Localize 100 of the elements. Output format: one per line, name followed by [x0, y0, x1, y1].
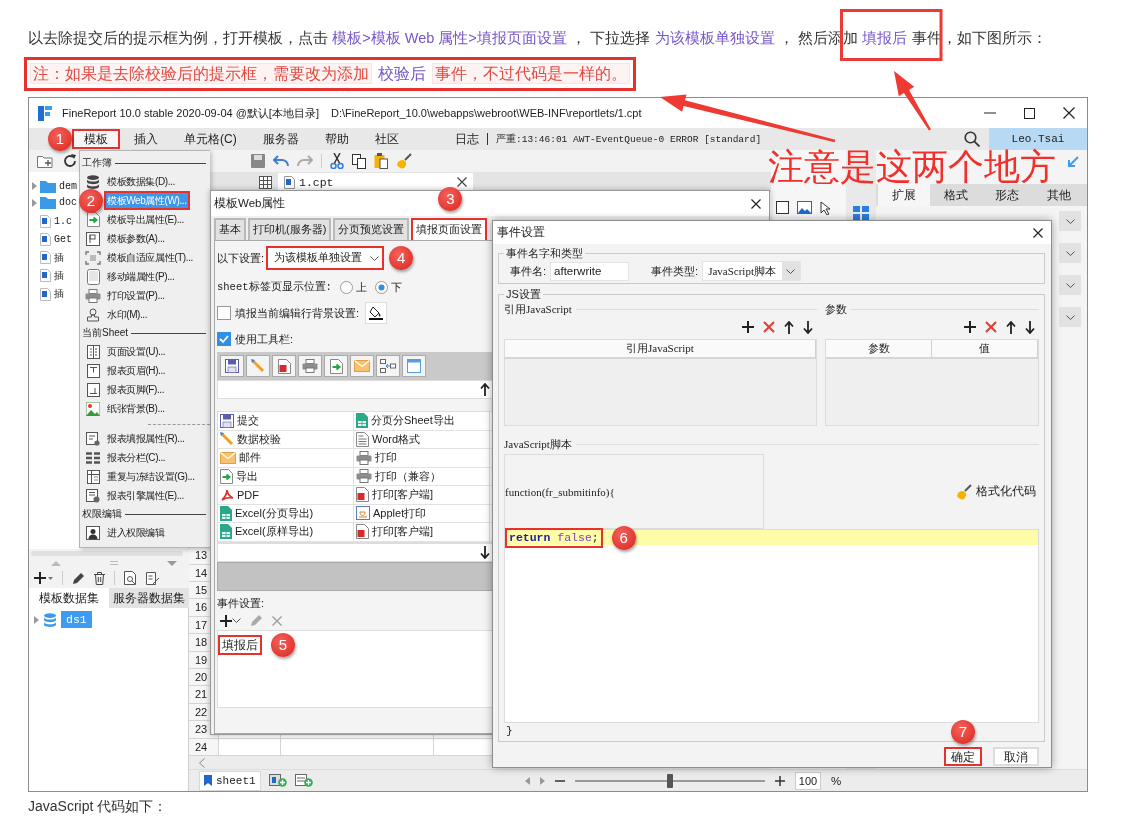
close-icon[interactable] [457, 177, 467, 187]
tree-item[interactable]: Get [29, 231, 72, 248]
grid-icon[interactable] [259, 175, 272, 189]
log-label[interactable]: 日志 [455, 131, 479, 147]
arrow-down-icon[interactable] [803, 320, 813, 334]
panel-tab[interactable]: 服务器数据集 [109, 588, 189, 608]
edit-sheet-icon[interactable] [146, 571, 160, 585]
menu-item[interactable]: 水印(M)... [104, 305, 151, 324]
delete-icon[interactable] [763, 321, 775, 333]
toolbar-option[interactable]: Excel(原样导出) [218, 523, 354, 542]
radio-label[interactable]: 下 [390, 279, 402, 295]
arrow-up-icon[interactable] [480, 383, 490, 396]
refresh-icon[interactable] [63, 154, 77, 168]
close-icon[interactable] [1063, 107, 1075, 119]
collapse-arrow-icon[interactable] [1068, 155, 1079, 167]
dialog-button[interactable]: 确定 [944, 746, 982, 766]
toolbar-option[interactable]: 打印[客户端] [354, 523, 490, 542]
checkbox[interactable] [217, 332, 231, 346]
menu-item[interactable]: 打印设置(P)... [104, 286, 168, 305]
arrow-up-icon[interactable] [1006, 320, 1016, 334]
menu-item[interactable]: 模板 [72, 129, 120, 149]
toolbar-option[interactable]: 提交 [218, 412, 354, 431]
drag-handle-icon[interactable] [110, 561, 118, 565]
clipboard-icon[interactable] [374, 153, 388, 169]
tree-item[interactable]: doc [29, 194, 77, 211]
horizontal-scrollbar[interactable] [31, 551, 183, 556]
zoom-out-icon[interactable] [555, 779, 565, 782]
tab[interactable]: 填报页面设置 [411, 218, 488, 240]
image-icon[interactable] [797, 201, 812, 214]
arrow-down-icon[interactable] [1025, 320, 1035, 334]
toolbar-option[interactable]: Applet打印 [354, 504, 490, 523]
menu-item[interactable]: 模板自适应属性(T)... [104, 248, 196, 267]
panel-tab[interactable]: 其他 [1033, 184, 1085, 206]
maximize-icon[interactable] [1024, 107, 1035, 119]
toolbar-option[interactable]: 邮件 [218, 449, 354, 468]
toolbar-option[interactable]: 打印[客户端] [354, 486, 490, 505]
pencil-icon[interactable] [72, 571, 85, 585]
file-tab[interactable]: 1.cpt [278, 173, 473, 191]
add-icon[interactable] [964, 321, 976, 333]
menu-item[interactable]: 报表分栏(C)... [104, 448, 169, 467]
tree-item[interactable]: 插 [29, 285, 64, 303]
toolbar-option[interactable]: Word格式 [354, 430, 490, 449]
checkbox-label[interactable]: 使用工具栏: [235, 331, 294, 347]
scissors-icon[interactable] [330, 153, 344, 169]
trash-icon[interactable] [94, 571, 105, 585]
checkbox-label[interactable]: 填报当前编辑行背景设置: [235, 305, 360, 321]
tab[interactable]: 基本 [214, 218, 246, 240]
toolbar-option[interactable]: 打印（兼容） [354, 467, 490, 486]
arrow-down-icon[interactable] [480, 545, 490, 559]
code-editor[interactable]: return false; 6 [504, 529, 1039, 723]
expand-arrow-icon[interactable] [34, 615, 39, 624]
add-icon[interactable] [34, 572, 46, 584]
toolbar-option[interactable]: 数据校验 [218, 430, 354, 449]
menu-item[interactable]: 纸张背景(B)... [104, 399, 168, 418]
radio-label[interactable]: 上 [355, 279, 367, 295]
toolbar-option[interactable]: PDF [218, 486, 354, 505]
slider-thumb[interactable] [667, 773, 673, 788]
toolbar-option[interactable]: Excel(分页导出) [218, 504, 354, 523]
menu-item[interactable]: 服务器 [250, 129, 311, 149]
menu-item[interactable]: 模板导出属性(E)... [104, 210, 187, 229]
dialog-button[interactable]: 取消 [993, 746, 1039, 766]
menu-item[interactable]: 移动端属性(P)... [104, 267, 178, 286]
menu-item[interactable]: 社区 [362, 129, 411, 149]
delete-icon[interactable] [272, 615, 282, 626]
menu-item[interactable]: 报表引擎属性(E)... [104, 486, 187, 505]
toolbar-option[interactable]: 打印 [354, 449, 490, 468]
zoom-in-icon[interactable] [775, 775, 785, 786]
menu-item[interactable]: 模板参数(A)... [104, 229, 168, 248]
chevron-left-icon[interactable] [199, 757, 205, 768]
square-frame-icon[interactable] [776, 201, 789, 214]
close-icon[interactable] [1033, 227, 1043, 238]
toolbar-option[interactable]: 分页分Sheet导出 [354, 412, 490, 431]
panel-tab[interactable]: 格式 [929, 184, 982, 206]
panel-tab[interactable]: 模板数据集 [29, 588, 109, 608]
tree-item[interactable]: 插 [29, 267, 64, 284]
tree-item[interactable]: 1.c [29, 212, 72, 230]
save-icon[interactable] [251, 154, 265, 168]
menu-item[interactable]: 插入 [122, 129, 170, 149]
menu-item[interactable]: 页面设置(U)... [104, 342, 169, 361]
cursor-icon[interactable] [820, 201, 831, 215]
tree-item[interactable]: dem [29, 178, 77, 195]
format-code-button[interactable]: 格式化代码 [956, 483, 1036, 500]
event-item[interactable]: 填报后 [218, 634, 262, 655]
add-report-icon[interactable] [268, 774, 287, 787]
delete-icon[interactable] [985, 321, 997, 333]
brush-icon[interactable] [396, 153, 412, 169]
search-icon[interactable] [964, 131, 980, 147]
menu-item[interactable]: 单元格(C) [172, 129, 249, 149]
panel-tab[interactable]: 形态 [981, 184, 1034, 206]
checkbox[interactable] [217, 306, 231, 320]
menu-item[interactable]: 报表填报属性(R)... [104, 429, 188, 448]
add-icon[interactable] [220, 614, 232, 627]
color-button[interactable] [365, 302, 388, 324]
panel-tab[interactable]: 扩展 [878, 184, 930, 206]
menu-item[interactable]: 进入权限编辑 [104, 523, 168, 542]
type-dropdown[interactable]: JavaScript脚本 [702, 261, 801, 281]
radio-button[interactable] [339, 280, 353, 294]
tree-item[interactable]: 插 [29, 249, 64, 266]
grid-icon[interactable] [853, 206, 869, 220]
zoom-field[interactable]: 100 [795, 771, 821, 790]
